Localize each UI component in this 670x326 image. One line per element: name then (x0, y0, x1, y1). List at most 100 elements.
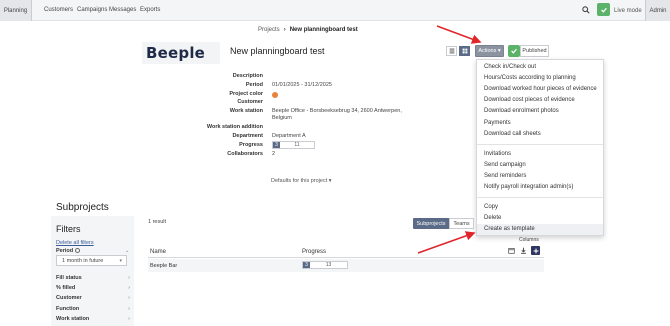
chevron-right-icon: › (128, 285, 130, 291)
column-header-progress[interactable]: Progress (302, 249, 326, 255)
menu-item-hours-costs[interactable]: Hours/Costs according to planning (484, 75, 576, 81)
list-view-button[interactable] (446, 46, 457, 56)
workstation-label: Work station (229, 108, 263, 114)
department-value: Department A (272, 133, 306, 139)
subproject-progress-done: 3 (303, 262, 310, 268)
filter-function-label: Function (56, 306, 80, 312)
workstation-addition-label: Work station addition (206, 124, 263, 130)
menu-item-send-campaign[interactable]: Send campaign (484, 162, 526, 168)
chevron-right-icon: › (128, 316, 130, 322)
grid-view-button[interactable] (459, 46, 470, 56)
menu-item-send-reminders[interactable]: Send reminders (484, 173, 526, 179)
menu-item-create-as-template[interactable]: Create as template (484, 226, 535, 232)
workstation-value-line1: Beeple Office - Borsbeeksebrug 34, 2600 … (272, 108, 402, 114)
project-color-label: Project color (229, 91, 263, 97)
subproject-progress-bar: 3 13 (302, 261, 348, 269)
chevron-down-icon: ⌄ (125, 248, 130, 254)
table-header-divider (148, 257, 544, 258)
description-label: Description (232, 73, 263, 79)
admin-menu[interactable]: Admin (645, 0, 670, 21)
live-mode-label: Live mode (614, 8, 642, 14)
chevron-right-icon: › (283, 27, 286, 33)
defaults-link[interactable]: Defaults for this project ▾ (271, 178, 332, 184)
project-color-swatch (272, 92, 278, 98)
chevron-right-icon: › (128, 275, 130, 281)
result-count: 1 result (148, 219, 167, 225)
calendar-icon (508, 248, 515, 254)
subprojects-title: Subprojects (56, 202, 109, 213)
workstation-value-line2: Belgium (272, 115, 292, 121)
grid-icon (462, 48, 467, 54)
info-icon (74, 248, 80, 254)
chevron-down-icon: ▾ (119, 258, 122, 264)
live-mode-toggle[interactable] (597, 3, 610, 16)
filter-fill-status[interactable]: Fill status › (56, 275, 130, 281)
customer-label: Customer (237, 99, 263, 105)
list-icon (449, 48, 454, 54)
columns-label: Columns (519, 237, 539, 243)
nav-messages[interactable]: Messages (109, 7, 136, 13)
plus-icon (533, 248, 538, 253)
progress-done: 3 (273, 142, 280, 148)
collaborators-value: 2 (272, 151, 276, 157)
menu-item-check-in-out[interactable]: Check in/Check out (484, 64, 536, 70)
tab-subprojects[interactable]: Subprojects (413, 218, 449, 229)
project-logo: Beeple (142, 42, 220, 64)
menu-divider (477, 197, 603, 198)
menu-item-delete[interactable]: Delete (484, 215, 501, 221)
filters-panel: Filters Delete all filters Period ⌄ 1 mo… (51, 216, 134, 326)
period-select[interactable]: 1 month in future ▾ (56, 255, 127, 266)
add-subproject-button[interactable] (531, 246, 540, 255)
subproject-progress-total: 13 (325, 262, 332, 268)
actions-dropdown-menu: Check in/Check out Hours/Costs according… (476, 59, 604, 236)
progress-label: Progress (239, 142, 263, 148)
chevron-right-icon: › (128, 306, 130, 312)
published-toggle[interactable] (508, 45, 520, 57)
download-icon (521, 247, 526, 254)
breadcrumb-current: New planningboard test (289, 27, 358, 33)
download-button[interactable] (519, 246, 528, 255)
arrow-to-actions (436, 25, 482, 44)
calendar-button[interactable] (507, 246, 516, 255)
menu-item-copy[interactable]: Copy (484, 204, 498, 210)
nav-exports[interactable]: Exports (140, 7, 160, 13)
arrow-to-create-template (417, 231, 476, 254)
filter-percent-filled-label: % filled (56, 285, 76, 291)
search-icon[interactable] (582, 6, 590, 14)
menu-item-payments[interactable]: Payments (484, 120, 511, 126)
period-value: 01/01/2025 - 31/12/2025 (272, 82, 332, 88)
nav-customers[interactable]: Customers (44, 7, 73, 13)
filter-work-station[interactable]: Work station › (56, 316, 130, 322)
period-label: Period (245, 82, 263, 88)
subproject-name[interactable]: Beeple Bar (150, 263, 177, 269)
filter-fill-status-label: Fill status (56, 275, 82, 281)
filter-period-label: Period (56, 248, 80, 254)
breadcrumb: Projects › New planningboard test (258, 27, 358, 33)
menu-item-download-cost-evidence[interactable]: Download cost pieces of evidence (484, 97, 575, 103)
menu-item-download-call-sheets[interactable]: Download call sheets (484, 131, 541, 137)
project-progress-bar: 3 11 (272, 141, 315, 149)
actions-button[interactable]: Actions ▾ (475, 45, 504, 57)
filters-title: Filters (56, 224, 81, 234)
filter-function[interactable]: Function › (56, 306, 130, 312)
breadcrumb-projects[interactable]: Projects (258, 27, 280, 33)
tab-teams[interactable]: Teams (449, 218, 474, 229)
nav-planning[interactable]: Planning (0, 0, 32, 21)
department-label: Department (232, 133, 263, 139)
delete-all-filters-link[interactable]: Delete all filters (56, 240, 94, 246)
menu-item-download-enrolment-photos[interactable]: Download enrolment photos (484, 108, 559, 114)
top-navigation-bar: Planning Customers Campaigns Messages Ex… (0, 0, 670, 21)
period-select-value: 1 month in future (62, 257, 104, 264)
nav-campaigns[interactable]: Campaigns (77, 7, 107, 13)
published-label[interactable]: Published (520, 45, 549, 57)
collaborators-label: Collaborators (227, 151, 263, 157)
logo-text: Beeple (146, 44, 206, 62)
menu-item-invitations[interactable]: Invitations (484, 151, 511, 157)
filter-percent-filled[interactable]: % filled › (56, 285, 130, 291)
column-header-name[interactable]: Name (150, 249, 166, 255)
menu-item-download-worked-hours[interactable]: Download worked hour pieces of evidence (484, 86, 597, 92)
filter-period-text: Period (56, 248, 74, 254)
menu-divider (477, 144, 603, 145)
filter-customer[interactable]: Customer › (56, 295, 130, 301)
menu-item-notify-payroll[interactable]: Notify payroll integration admin(s) (484, 184, 573, 190)
